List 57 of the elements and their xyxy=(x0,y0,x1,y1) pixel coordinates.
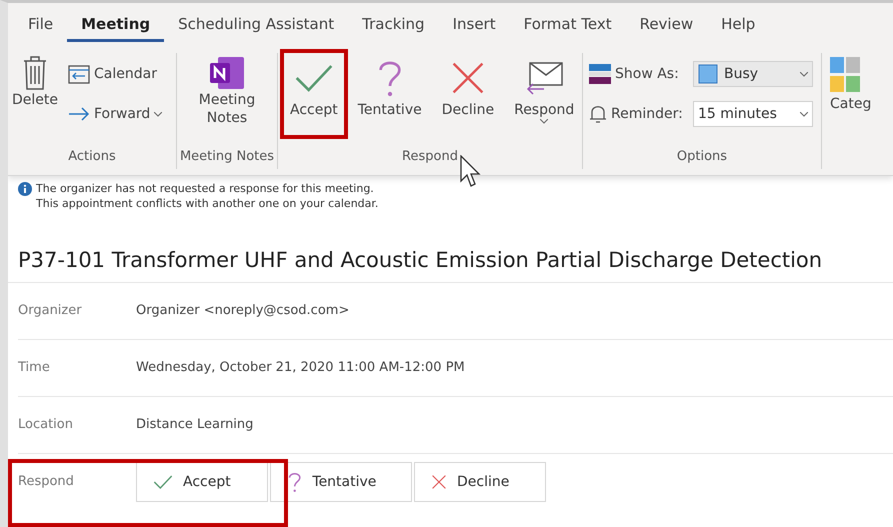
trash-icon xyxy=(22,55,48,91)
check-icon xyxy=(294,62,334,94)
status-icon xyxy=(589,64,611,84)
field-label: Respond xyxy=(18,474,75,490)
ribbon-tab[interactable]: Help xyxy=(707,8,770,42)
meeting-subject: P37-101 Transformer UHF and Acoustic Emission Partial Discharge Detection xyxy=(8,218,893,283)
respond-button[interactable]: Respond xyxy=(504,49,584,144)
caret-icon xyxy=(154,112,162,116)
ribbon-tab[interactable]: Review xyxy=(626,8,708,42)
field-value: Distance Learning xyxy=(136,417,254,432)
info-message: This appointment conflicts with another one on your calendar. xyxy=(36,196,378,212)
ribbon-tab[interactable]: Scheduling Assistant xyxy=(164,8,348,42)
tentative-button[interactable]: Tentative xyxy=(270,462,412,502)
group-label: Actions xyxy=(67,149,117,166)
reminder-label: Reminder: xyxy=(589,104,689,124)
field-label: Location xyxy=(18,417,74,432)
group-label: Options xyxy=(676,149,728,166)
ribbon-tab[interactable]: Insert xyxy=(438,8,510,42)
caret-icon xyxy=(800,112,808,116)
bell-icon xyxy=(589,104,607,124)
field-label: Organizer xyxy=(18,303,83,318)
color-grid-icon xyxy=(830,55,860,95)
ribbon-tab[interactable]: Tracking xyxy=(348,8,439,42)
envelope-reply-icon xyxy=(524,61,564,95)
reminder-dropdown[interactable]: 15 minutes xyxy=(693,101,813,127)
caret-icon xyxy=(800,72,808,76)
close-icon xyxy=(431,474,447,490)
tentative-button[interactable]: Tentative xyxy=(348,49,432,140)
accept-button[interactable]: Accept xyxy=(280,49,348,140)
question-mark-icon xyxy=(287,470,302,493)
ribbon-tab[interactable]: Format Text xyxy=(510,8,626,42)
group-label: Respond xyxy=(401,149,459,166)
decline-button[interactable]: Decline xyxy=(414,462,546,502)
field-value: Organizer <noreply@csod.com> xyxy=(136,303,350,318)
ribbon-tab[interactable]: File xyxy=(14,8,68,42)
calendar-icon xyxy=(68,64,90,84)
field-value: Wednesday, October 21, 2020 11:00 AM-12:00 PM xyxy=(136,360,465,376)
meeting-notes-button[interactable]: Meeting Notes xyxy=(183,55,271,128)
check-icon xyxy=(153,474,173,490)
ribbon-tab[interactable]: Meeting xyxy=(67,8,164,42)
status-swatch-icon xyxy=(698,64,718,84)
caret-icon xyxy=(540,119,548,124)
notebook-icon xyxy=(208,55,246,91)
calendar-button[interactable]: Calendar xyxy=(68,59,162,89)
info-message: The organizer has not requested a response for this meeting. xyxy=(36,182,375,197)
arrow-right-icon xyxy=(68,107,90,121)
mouse-pointer-icon xyxy=(460,155,482,189)
field-label: Time xyxy=(18,360,51,376)
info-icon xyxy=(18,182,32,196)
show-as-label: Show As: xyxy=(589,64,689,84)
categorize-button[interactable]: Categ xyxy=(822,55,876,114)
delete-button[interactable]: Delete xyxy=(8,55,62,110)
group-label: Meeting Notes xyxy=(178,149,276,166)
forward-button[interactable]: Forward xyxy=(68,99,162,129)
decline-button[interactable]: Decline xyxy=(432,49,504,140)
show-as-dropdown[interactable]: Busy xyxy=(693,61,813,87)
accept-button[interactable]: Accept xyxy=(136,462,268,502)
